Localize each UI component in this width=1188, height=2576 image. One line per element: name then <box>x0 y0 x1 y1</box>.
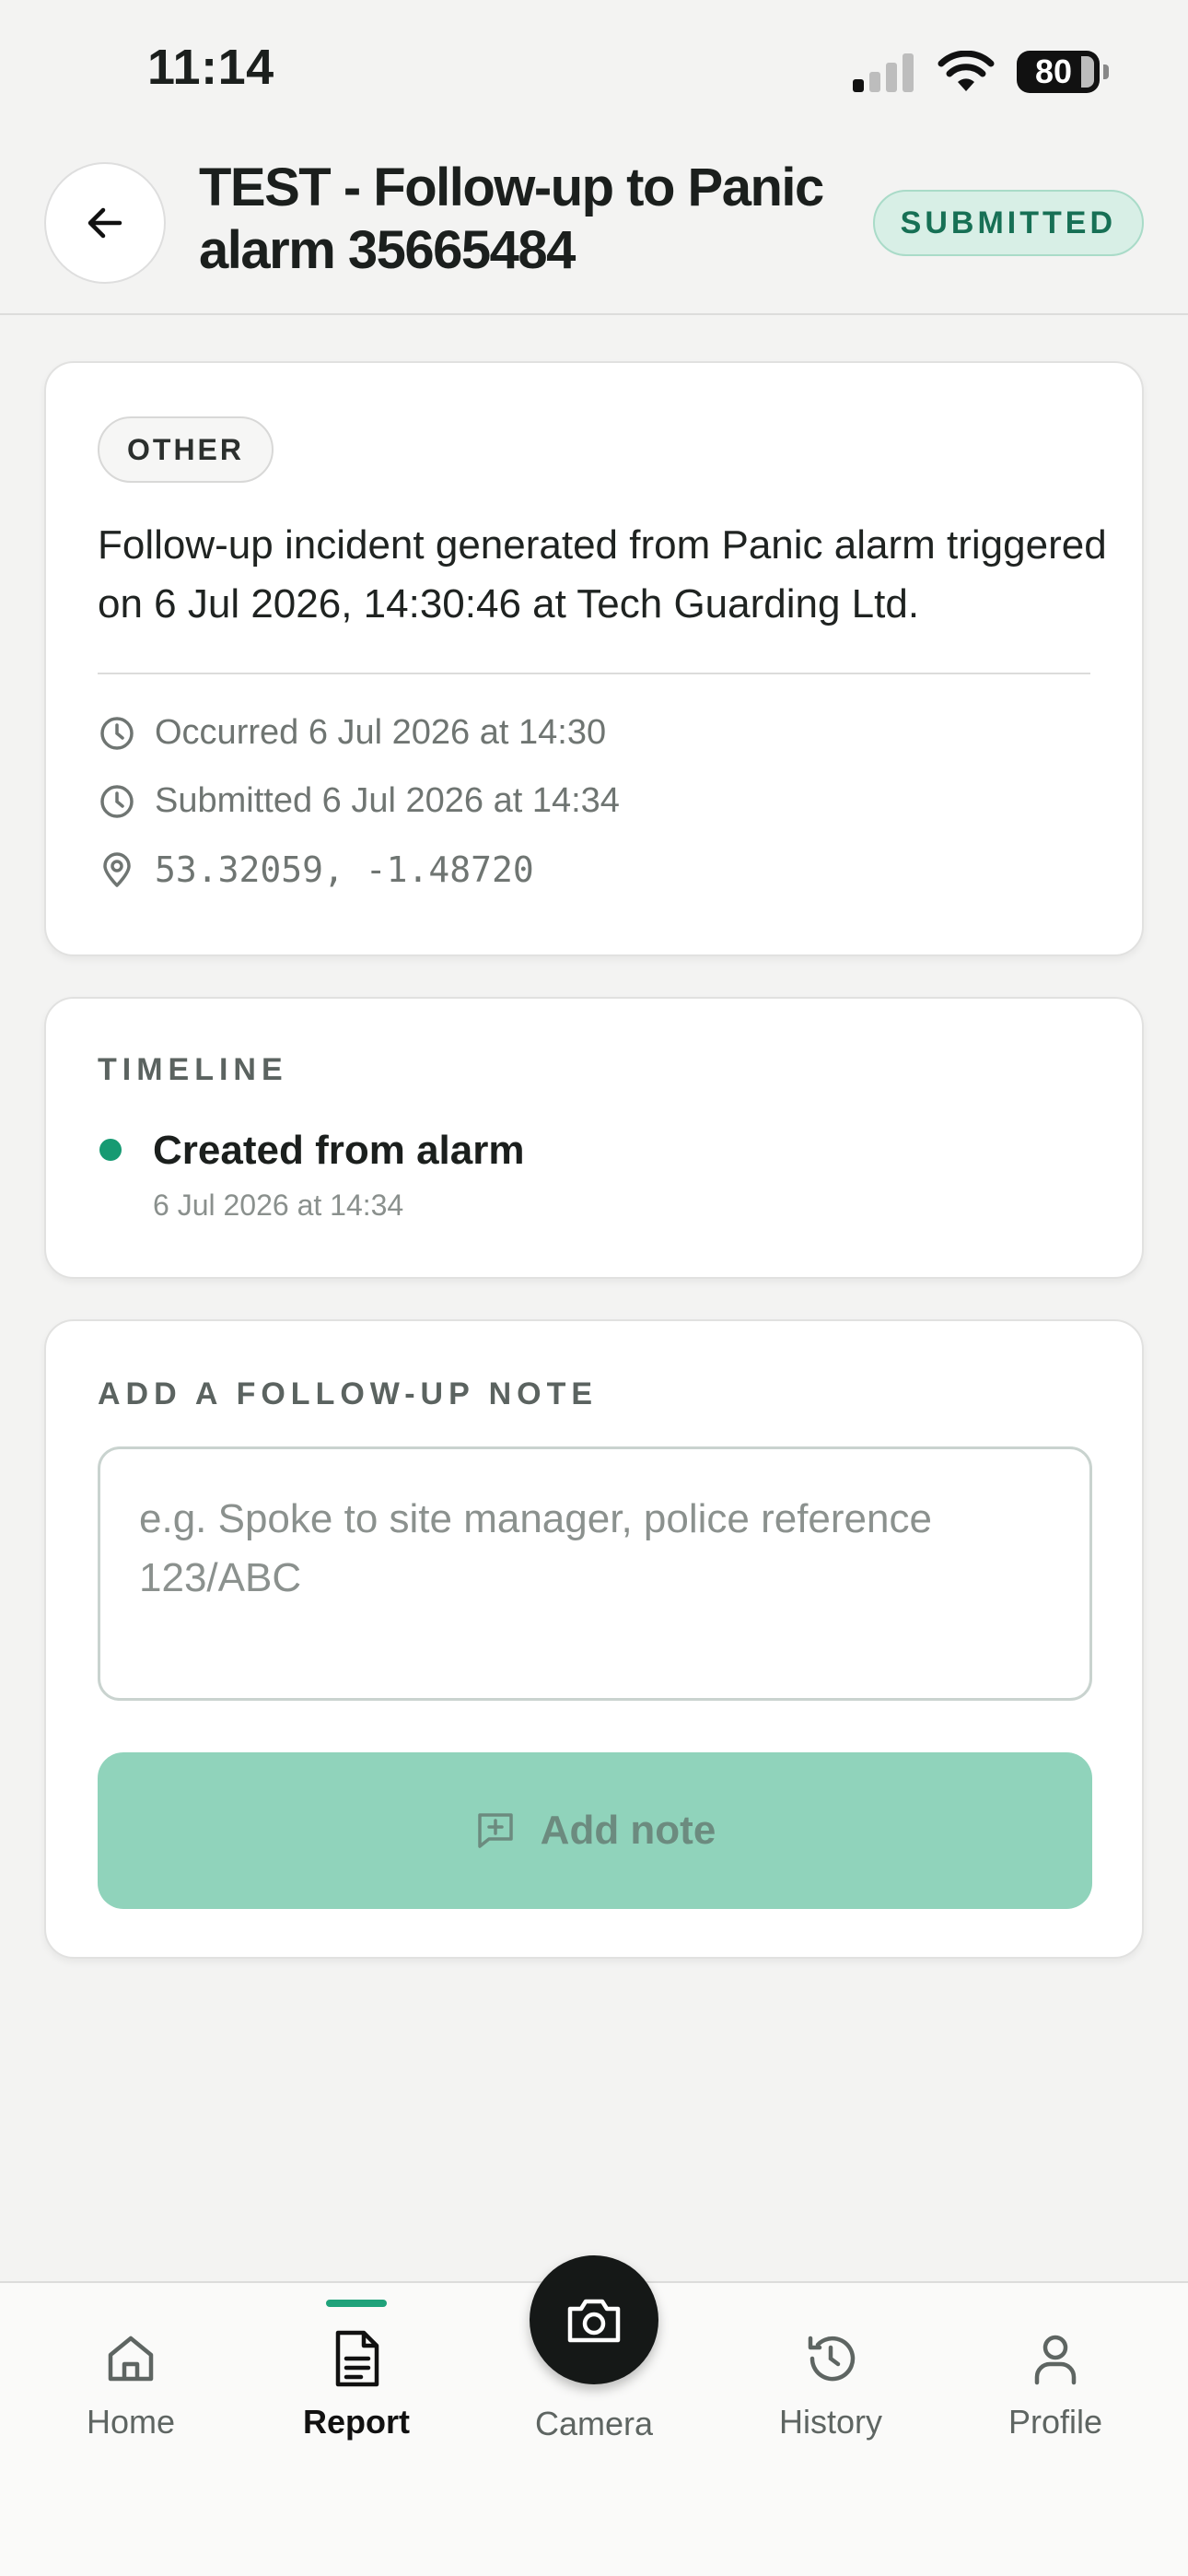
nav-home-label: Home <box>86 2403 176 2441</box>
timeline-item-label: Created from alarm <box>153 1128 525 1173</box>
status-icons: 80 <box>851 44 1109 100</box>
battery-icon: 80 <box>1017 51 1109 93</box>
page-title: TEST - Follow-up to Panic alarm 35665484 <box>199 158 824 280</box>
submitted-text: Submitted 6 Jul 2026 at 14:34 <box>155 781 620 820</box>
cellular-signal-icon <box>853 53 914 92</box>
add-note-label: Add note <box>540 1808 716 1853</box>
bottom-navigation: Home Report Camera History Profile <box>0 2255 1188 2576</box>
submitted-row: Submitted 6 Jul 2026 at 14:34 <box>98 781 620 821</box>
location-pin-icon <box>98 850 136 889</box>
nav-history-label: History <box>778 2403 882 2441</box>
status-badge: SUBMITTED <box>872 190 1144 256</box>
nav-profile-label: Profile <box>1007 2403 1103 2441</box>
timeline-heading: TIMELINE <box>98 1052 288 1087</box>
follow-up-note-card: ADD A FOLLOW-UP NOTE e.g. Spoke to site … <box>44 1319 1144 1959</box>
back-button[interactable] <box>44 162 166 284</box>
incident-details-card: OTHER Follow-up incident generated from … <box>44 361 1144 956</box>
nav-home[interactable]: Home <box>39 2283 223 2486</box>
status-time: 11:14 <box>147 40 274 95</box>
arrow-left-icon <box>87 207 122 239</box>
home-icon <box>108 2336 154 2382</box>
timeline-item-date: 6 Jul 2026 at 14:34 <box>153 1188 404 1222</box>
nav-camera-label: Camera <box>534 2405 654 2442</box>
nav-profile[interactable]: Profile <box>963 2283 1147 2486</box>
coordinates-text: 53.32059, -1.48720 <box>155 849 534 890</box>
nav-report-label: Report <box>303 2403 410 2441</box>
clock-icon <box>98 714 136 753</box>
add-note-button[interactable]: Add note <box>98 1752 1092 1909</box>
divider <box>98 673 1090 674</box>
clock-icon <box>98 782 136 821</box>
occurred-text: Occurred 6 Jul 2026 at 14:30 <box>155 713 607 752</box>
camera-button[interactable] <box>530 2255 658 2384</box>
location-row: 53.32059, -1.48720 <box>98 849 534 890</box>
nav-report[interactable]: Report <box>264 2283 448 2486</box>
timeline-dot <box>99 1139 122 1161</box>
occurred-row: Occurred 6 Jul 2026 at 14:30 <box>98 713 606 753</box>
battery-level: 80 <box>1034 53 1073 90</box>
document-icon <box>335 2330 379 2387</box>
wifi-icon <box>938 51 995 91</box>
add-comment-icon <box>477 1813 513 1848</box>
history-icon <box>808 2336 856 2382</box>
incident-description: Follow-up incident generated from Panic … <box>98 522 1107 626</box>
user-icon <box>1034 2335 1077 2385</box>
page-header: TEST - Follow-up to Panic alarm 35665484… <box>0 138 1188 315</box>
nav-history[interactable]: History <box>739 2283 923 2486</box>
nav-camera[interactable]: Camera <box>502 2255 686 2476</box>
category-badge: OTHER <box>98 416 274 483</box>
note-input[interactable]: e.g. Spoke to site manager, police refer… <box>98 1446 1092 1701</box>
camera-icon <box>567 2299 621 2343</box>
note-heading: ADD A FOLLOW-UP NOTE <box>98 1376 599 1411</box>
status-bar: 11:14 80 <box>0 0 1188 138</box>
timeline-card: TIMELINE Created from alarm 6 Jul 2026 a… <box>44 997 1144 1279</box>
